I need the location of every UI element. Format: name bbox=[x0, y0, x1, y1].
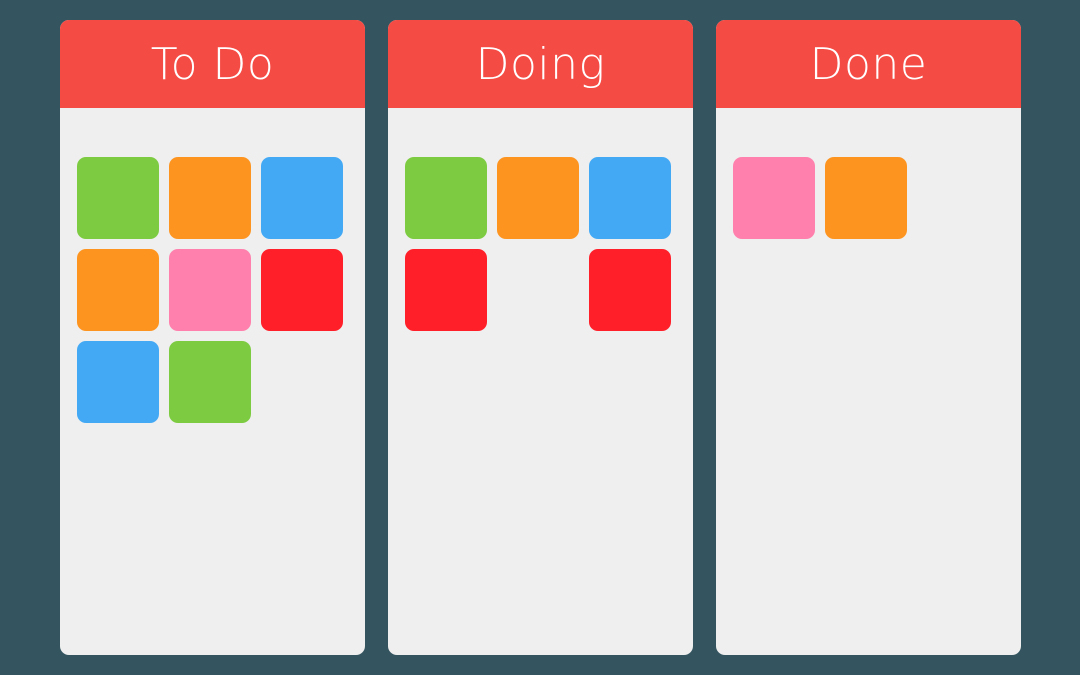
column-to-do: To Do bbox=[60, 20, 365, 655]
task-card-orange[interactable] bbox=[497, 157, 579, 239]
task-card-blue[interactable] bbox=[589, 157, 671, 239]
column-done: Done bbox=[716, 20, 1021, 655]
column-header: Doing bbox=[388, 20, 693, 108]
task-card-orange[interactable] bbox=[77, 249, 159, 331]
task-card-orange[interactable] bbox=[169, 157, 251, 239]
task-card-red[interactable] bbox=[405, 249, 487, 331]
task-card-green[interactable] bbox=[77, 157, 159, 239]
task-card-pink[interactable] bbox=[169, 249, 251, 331]
task-card-red[interactable] bbox=[261, 249, 343, 331]
column-header: To Do bbox=[60, 20, 365, 108]
column-doing: Doing bbox=[388, 20, 693, 655]
task-card-red[interactable] bbox=[589, 249, 671, 331]
task-card-green[interactable] bbox=[405, 157, 487, 239]
task-card-green[interactable] bbox=[169, 341, 251, 423]
task-card-orange[interactable] bbox=[825, 157, 907, 239]
task-card-blue[interactable] bbox=[77, 341, 159, 423]
task-card-pink[interactable] bbox=[733, 157, 815, 239]
column-header: Done bbox=[716, 20, 1021, 108]
task-card-blue[interactable] bbox=[261, 157, 343, 239]
